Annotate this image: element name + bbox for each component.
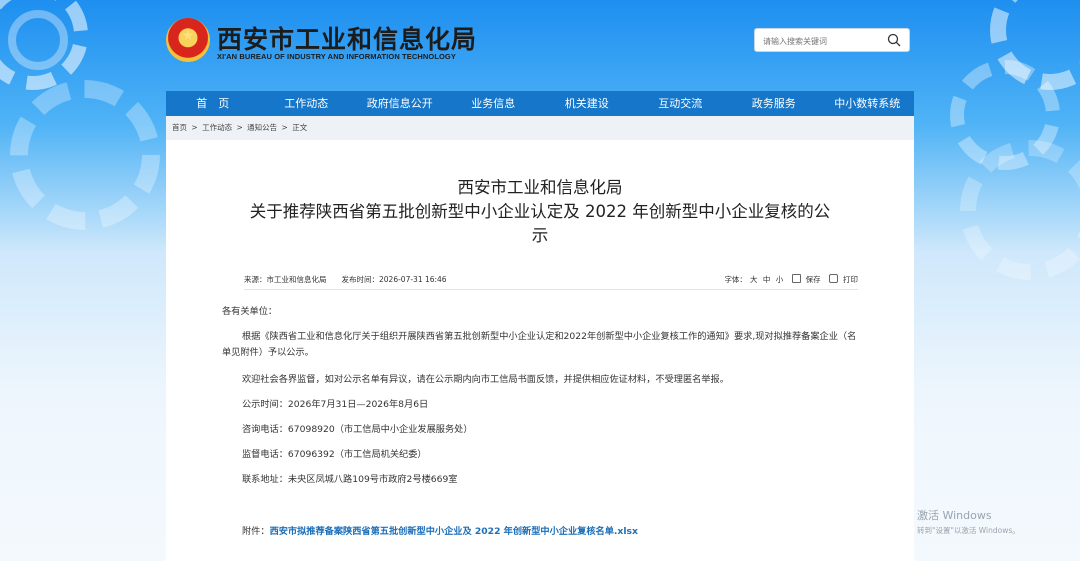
font-small-button[interactable]: 小 (776, 275, 784, 284)
consult-phone: 咨询电话：67098920（市工信局中小企业发展服务处） (242, 424, 473, 435)
salutation: 各有关单位： (222, 306, 278, 317)
article-title-line: 示 (531, 226, 549, 245)
breadcrumb-home[interactable]: 首页 (172, 123, 187, 132)
save-icon[interactable] (791, 274, 801, 283)
windows-activation-watermark: 激活 Windows 转到"设置"以激活 Windows。 (917, 507, 1020, 536)
breadcrumb-separator: > (236, 123, 243, 132)
search-input[interactable] (763, 34, 881, 48)
breadcrumb-notices[interactable]: 通知公告 (247, 123, 277, 132)
article-panel: 西安市工业和信息化局 关于推荐陕西省第五批创新型中小企业认定及 2022 年创新… (166, 140, 914, 561)
print-button[interactable]: 打印 (843, 275, 858, 284)
site-header: ★ 西安市工业和信息化局 XI'AN BUREAU OF INDUSTRY AN… (166, 14, 914, 74)
nav-business-info[interactable]: 业务信息 (447, 91, 541, 116)
site-subtitle: XI'AN BUREAU OF INDUSTRY AND INFORMATION… (217, 52, 456, 61)
nav-gov-services[interactable]: 政务服务 (727, 91, 821, 116)
nav-org-building[interactable]: 机关建设 (540, 91, 634, 116)
supervise-phone: 监督电话：67096392（市工信局机关纪委） (242, 449, 427, 460)
nav-interaction[interactable]: 互动交流 (634, 91, 728, 116)
national-emblem-icon: ★ (166, 18, 210, 62)
search-icon[interactable] (887, 33, 901, 47)
nav-gov-info[interactable]: 政府信息公开 (353, 91, 447, 116)
search-box[interactable] (754, 28, 910, 52)
breadcrumb-work-news[interactable]: 工作动态 (202, 123, 232, 132)
breadcrumb: 首页 > 工作动态 > 通知公告 > 正文 (166, 116, 914, 140)
main-nav: 首 页 工作动态 政府信息公开 业务信息 机关建设 互动交流 政务服务 中小数转… (166, 91, 914, 116)
watermark-line: 转到"设置"以激活 Windows。 (917, 526, 1020, 535)
attachment-link[interactable]: 西安市拟推荐备案陕西省第五批创新型中小企业及 2022 年创新型中小企业复核名单… (270, 526, 638, 537)
breadcrumb-separator: > (281, 123, 288, 132)
font-size-label: 字体： (724, 275, 747, 284)
breadcrumb-current: 正文 (292, 123, 308, 132)
decor-gear (10, 80, 160, 230)
watermark-line: 激活 Windows (917, 509, 992, 522)
article-meta: 来源：市工业和信息化局 发布时间：2026-07-31 16:46 字体：大 中… (244, 272, 858, 290)
article-title: 西安市工业和信息化局 关于推荐陕西省第五批创新型中小企业认定及 2022 年创新… (206, 176, 874, 248)
attachment-row: 附件：西安市拟推荐备案陕西省第五批创新型中小企业及 2022 年创新型中小企业复… (222, 524, 862, 540)
nav-home[interactable]: 首 页 (166, 91, 260, 116)
article-tools: 字体：大 中 小 保存 打印 (721, 274, 858, 285)
font-medium-button[interactable]: 中 (763, 275, 771, 284)
nav-sme-system[interactable]: 中小数转系统 (821, 91, 915, 116)
article-title-line: 西安市工业和信息化局 (457, 178, 623, 197)
contact-address: 联系地址：未央区凤城八路109号市政府2号楼669室 (242, 474, 458, 485)
attachment-label: 附件： (242, 526, 270, 537)
save-button[interactable]: 保存 (806, 275, 821, 284)
paragraph: 根据《陕西省工业和信息化厅关于组织开展陕西省第五批创新型中小企业认定和2022年… (222, 331, 857, 358)
decor-gear (8, 10, 68, 70)
breadcrumb-separator: > (191, 123, 198, 132)
paragraph: 欢迎社会各界监督，如对公示名单有异议，请在公示期内向市工信局书面反馈，并提供相应… (242, 374, 729, 385)
site-title[interactable]: 西安市工业和信息化局 (217, 20, 477, 56)
article-title-line: 关于推荐陕西省第五批创新型中小企业认定及 2022 年创新型中小企业复核的公 (249, 202, 831, 221)
font-large-button[interactable]: 大 (750, 275, 758, 284)
announcement-period: 公示时间：2026年7月31日—2026年8月6日 (242, 399, 429, 410)
nav-work-news[interactable]: 工作动态 (260, 91, 354, 116)
print-icon[interactable] (829, 274, 838, 283)
article-source: 来源：市工业和信息化局 发布时间：2026-07-31 16:46 (244, 275, 447, 284)
